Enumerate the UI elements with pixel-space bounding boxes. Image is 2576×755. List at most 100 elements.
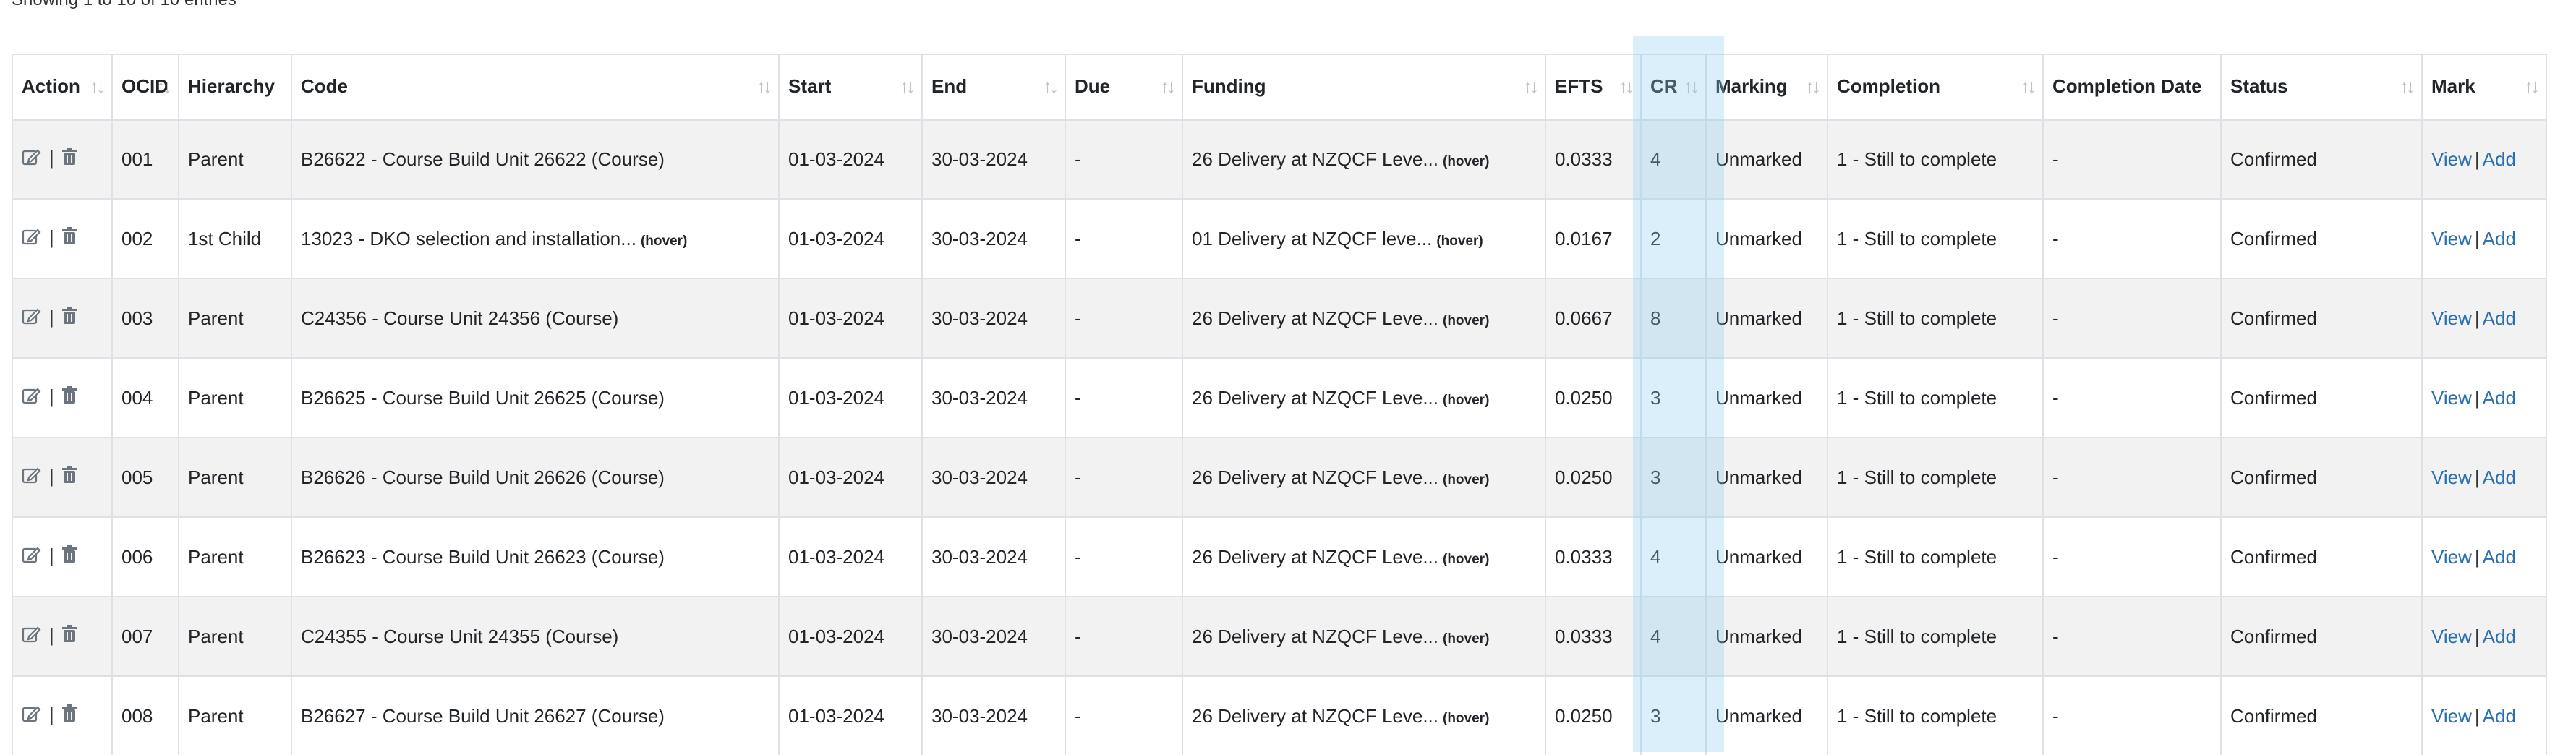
trash-icon[interactable] (61, 385, 77, 410)
ocid-cell: 005 (111, 437, 179, 518)
end-cell-text: 30-03-2024 (931, 625, 1028, 647)
column-header-code[interactable]: Code ↑↓ (291, 54, 780, 121)
column-header-action[interactable]: Action ↑↓ (12, 54, 113, 121)
add-link[interactable]: Add (2483, 705, 2516, 727)
trash-icon[interactable] (61, 465, 77, 490)
view-link[interactable]: View (2431, 307, 2472, 329)
status-cell-text: Confirmed (2230, 227, 2317, 249)
edit-icon[interactable] (22, 704, 42, 728)
hover-tag[interactable]: (hover) (1443, 393, 1489, 408)
trash-icon[interactable] (61, 624, 77, 649)
add-link[interactable]: Add (2483, 546, 2516, 568)
trash-icon[interactable] (61, 545, 77, 569)
edit-icon[interactable] (22, 386, 42, 410)
completion-cell: 1 - Still to complete (1827, 516, 2044, 597)
start-cell: 01-03-2024 (778, 198, 923, 279)
add-link[interactable]: Add (2483, 387, 2516, 409)
add-link[interactable]: Add (2483, 626, 2516, 647)
end-cell: 30-03-2024 (921, 596, 1066, 677)
mark-cell: View | Add (2421, 198, 2547, 279)
hover-tag[interactable]: (hover) (1443, 313, 1489, 328)
trash-icon[interactable] (61, 704, 77, 728)
funding-text: 26 Delivery at NZQCF Leve... (1192, 625, 1438, 647)
view-link[interactable]: View (2431, 546, 2472, 568)
sort-arrows-icon[interactable]: ↑↓ (1684, 75, 1699, 98)
column-header-funding[interactable]: Funding ↑↓ (1182, 54, 1546, 121)
sort-arrows-icon[interactable]: ↑↓ (1618, 75, 1634, 98)
column-header-label: End (931, 75, 968, 98)
sort-arrows-icon[interactable]: ↑↓ (1043, 75, 1059, 98)
mark-cell: View | Add (2421, 675, 2547, 755)
sort-arrows-icon[interactable]: ↑↓ (90, 75, 106, 98)
entries-info: Showing 1 to 10 of 10 entries (12, 0, 236, 10)
view-link[interactable]: View (2431, 466, 2472, 488)
completion-cell: 1 - Still to complete (1827, 278, 2044, 359)
view-link[interactable]: View (2431, 228, 2472, 249)
hover-tag[interactable]: (hover) (641, 234, 687, 249)
edit-icon[interactable] (22, 148, 42, 171)
column-header-start[interactable]: Start ↑↓ (778, 54, 923, 121)
completion-date-cell-text: - (2052, 386, 2059, 409)
edit-icon[interactable] (22, 227, 42, 251)
action-cell: | (12, 675, 113, 755)
trash-icon[interactable] (61, 226, 77, 251)
column-header-ocid[interactable]: OCID ↑↓ (111, 54, 179, 121)
hover-tag[interactable]: (hover) (1443, 472, 1489, 487)
view-link[interactable]: View (2431, 626, 2472, 647)
ocid-cell-text: 005 (121, 466, 153, 488)
completion-cell: 1 - Still to complete (1827, 198, 2044, 279)
add-link[interactable]: Add (2483, 466, 2516, 488)
add-link[interactable]: Add (2483, 228, 2516, 249)
hierarchy-cell-text: Parent (188, 704, 244, 727)
view-link[interactable]: View (2431, 705, 2472, 727)
column-header-end[interactable]: End ↑↓ (921, 54, 1066, 121)
completion-date-cell: - (2042, 516, 2222, 597)
hierarchy-cell-text: Parent (188, 307, 244, 329)
column-header-mark[interactable]: Mark ↑↓ (2421, 54, 2547, 121)
sort-arrows-icon[interactable]: ↑↓ (2524, 75, 2540, 98)
column-header-status[interactable]: Status ↑↓ (2220, 54, 2423, 121)
edit-icon[interactable] (22, 625, 42, 649)
sort-arrows-icon[interactable]: ↑↓ (1160, 75, 1176, 98)
start-cell-text: 01-03-2024 (788, 466, 884, 488)
end-cell-text: 30-03-2024 (931, 704, 1028, 727)
column-header-efts[interactable]: EFTS ↑↓ (1545, 54, 1642, 121)
status-cell-text: Confirmed (2230, 307, 2317, 329)
sort-arrows-icon[interactable]: ↑↓ (1523, 75, 1539, 98)
sort-arrows-icon[interactable]: ↑↓ (2021, 75, 2037, 98)
edit-icon[interactable] (22, 466, 42, 490)
sort-arrows-icon[interactable]: ↑↓ (2400, 75, 2415, 98)
column-header-marking[interactable]: Marking ↑↓ (1705, 54, 1828, 121)
sort-arrows-icon[interactable]: ↑↓ (1805, 75, 1821, 98)
hover-tag[interactable]: (hover) (1443, 552, 1489, 567)
hover-tag[interactable]: (hover) (1436, 234, 1483, 249)
add-link[interactable]: Add (2483, 148, 2516, 170)
view-link[interactable]: View (2431, 148, 2472, 170)
marking-cell: Unmarked (1705, 516, 1828, 597)
column-header-cr[interactable]: CR ↑↓ (1640, 54, 1707, 121)
view-link[interactable]: View (2431, 387, 2472, 409)
column-header-completion[interactable]: Completion ↑↓ (1827, 54, 2044, 121)
efts-cell-text: 0.0333 (1555, 148, 1613, 170)
status-cell-text: Confirmed (2230, 704, 2317, 727)
completion-cell-text: 1 - Still to complete (1837, 148, 1997, 170)
sort-arrows-icon[interactable]: ↑↓ (156, 75, 172, 98)
column-header-due[interactable]: Due ↑↓ (1065, 54, 1183, 121)
due-cell: - (1065, 675, 1183, 755)
ocid-cell-text: 003 (121, 307, 153, 329)
due-cell: - (1065, 516, 1183, 597)
hover-tag[interactable]: (hover) (1443, 711, 1489, 726)
cr-cell-text: 4 (1650, 148, 1661, 170)
hover-tag[interactable]: (hover) (1443, 154, 1489, 169)
hover-tag[interactable]: (hover) (1443, 631, 1489, 647)
hierarchy-cell: 1st Child (178, 198, 292, 279)
trash-icon[interactable] (61, 306, 77, 330)
trash-icon[interactable] (61, 148, 77, 171)
column-header-label: Start (788, 75, 832, 98)
edit-icon[interactable] (22, 545, 42, 569)
sort-arrows-icon[interactable]: ↑↓ (900, 75, 916, 98)
sort-arrows-icon[interactable]: ↑↓ (756, 75, 772, 98)
add-link[interactable]: Add (2483, 307, 2516, 329)
completion-cell-text: 1 - Still to complete (1837, 227, 1997, 249)
edit-icon[interactable] (22, 307, 42, 330)
